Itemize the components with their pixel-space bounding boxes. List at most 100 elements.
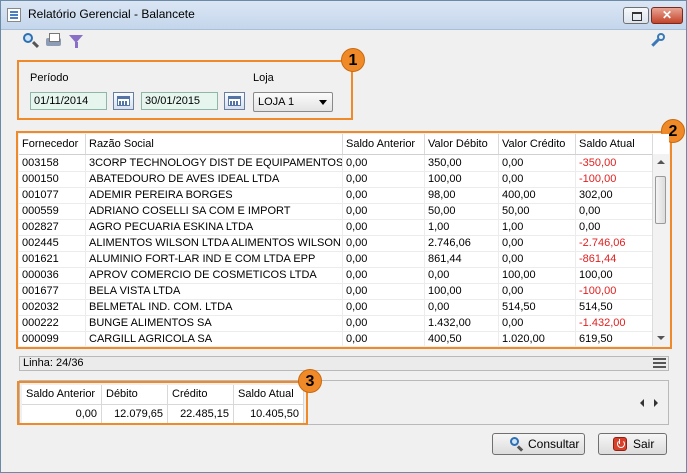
scroll-thumb[interactable] [655,176,666,224]
cell-valor-debito: 100,00 [425,283,499,299]
cell-fornecedor: 002827 [19,219,86,235]
start-date-field[interactable]: 01/11/2014 [30,92,107,110]
table-row[interactable]: 001077 ADEMIR PEREIRA BORGES 0,00 98,00 400,… [19,187,653,204]
cell-valor-credito: 1,00 [499,219,576,235]
cell-valor-credito: 0,00 [499,171,576,187]
table-row[interactable]: 000559 ADRIANO COSELLI SA COM E IMPORT 0,0… [19,203,653,220]
balance-grid[interactable]: Fornecedor Razão Social Saldo Anterior V… [19,134,669,346]
cell-saldo-atual: 619,50 [576,331,653,346]
cell-saldo-atual: -100,00 [576,283,653,299]
table-row[interactable]: 001677 BELA VISTA LTDA 0,00 100,00 0,00 -100,… [19,283,653,300]
cell-saldo-anterior: 0,00 [343,219,425,235]
cell-saldo-atual: -350,00 [576,155,653,171]
cell-razao-social: ABATEDOURO DE AVES IDEAL LTDA [86,171,343,187]
title-bar[interactable]: Relatório Gerencial - Balancete [1,1,686,30]
key-icon[interactable] [649,32,667,50]
cell-valor-credito: 1.020,00 [499,331,576,346]
table-row[interactable]: 001621 ALUMINIO FORT-LAR IND E COM LTDA E… [19,251,653,268]
cell-valor-debito: 350,00 [425,155,499,171]
cell-saldo-atual: 0,00 [576,203,653,219]
cell-fornecedor: 002032 [19,299,86,315]
cell-saldo-anterior: 0,00 [343,203,425,219]
cell-valor-debito: 100,00 [425,171,499,187]
scroll-down-icon[interactable] [657,336,665,340]
table-row[interactable]: 002445 ALIMENTOS WILSON LTDA ALIMENTOS WI… [19,235,653,252]
window-title: Relatório Gerencial - Balancete [28,7,195,21]
cell-valor-debito: 50,00 [425,203,499,219]
section-badge-1: 1 [341,48,365,72]
col-saldo-atual[interactable]: Saldo Atual [576,134,653,154]
cell-valor-credito: 0,00 [499,235,576,251]
cell-valor-credito: 0,00 [499,155,576,171]
print-icon[interactable] [45,32,63,50]
scroll-up-icon[interactable] [657,160,665,164]
menu-icon[interactable] [653,357,666,368]
table-row[interactable]: 003158 3CORP TECHNOLOGY DIST DE EQUIPAMEN… [19,155,653,172]
table-row[interactable]: 000099 CARGILL AGRICOLA SA 0,00 400,50 1.020… [19,331,653,346]
cell-saldo-anterior: 0,00 [343,235,425,251]
app-icon [7,8,21,22]
cell-razao-social: ADRIANO COSELLI SA COM E IMPORT [86,203,343,219]
cell-fornecedor: 002445 [19,235,86,251]
search-icon[interactable] [22,32,40,50]
section-badge-3: 3 [298,369,322,393]
cell-razao-social: ALUMINIO FORT-LAR IND E COM LTDA EPP [86,251,343,267]
cell-razao-social: ALIMENTOS WILSON LTDA ALIMENTOS WILSON L [86,235,343,251]
cell-saldo-atual: 302,00 [576,187,653,203]
col-valor-debito[interactable]: Valor Débito [425,134,499,154]
cell-razao-social: BUNGE ALIMENTOS SA [86,315,343,331]
table-row[interactable]: 002827 AGRO PECUARIA ESKINA LTDA 0,00 1,00 1… [19,219,653,236]
cell-saldo-atual: 514,50 [576,299,653,315]
close-button[interactable] [651,7,683,24]
cell-saldo-atual: 0,00 [576,219,653,235]
cell-fornecedor: 000099 [19,331,86,346]
cell-valor-credito: 0,00 [499,283,576,299]
consultar-label: Consultar [528,437,580,451]
magnifier-icon [509,437,525,453]
cell-razao-social: BELMETAL IND. COM. LTDA [86,299,343,315]
cell-valor-debito: 861,44 [425,251,499,267]
filter-icon[interactable] [68,32,86,50]
consultar-button[interactable]: Consultar [492,433,585,455]
cell-saldo-anterior: 0,00 [343,155,425,171]
grid-header: Fornecedor Razão Social Saldo Anterior V… [19,134,653,155]
col-fornecedor[interactable]: Fornecedor [19,134,86,154]
horizontal-scroll-arrows-icon[interactable] [634,397,664,409]
cell-valor-debito: 98,00 [425,187,499,203]
cell-saldo-atual: 100,00 [576,267,653,283]
cell-razao-social: CARGILL AGRICOLA SA [86,331,343,346]
table-row[interactable]: 000036 APROV COMERCIO DE COSMETICOS LTDA 0… [19,267,653,284]
cell-valor-debito: 1.432,00 [425,315,499,331]
cell-saldo-atual: -100,00 [576,171,653,187]
cell-saldo-anterior: 0,00 [343,315,425,331]
cell-valor-credito: 50,00 [499,203,576,219]
table-row[interactable]: 000150 ABATEDOURO DE AVES IDEAL LTDA 0,00 1… [19,171,653,188]
end-date-calendar-icon[interactable] [224,92,245,110]
end-date-field[interactable]: 30/01/2015 [141,92,218,110]
cell-saldo-anterior: 0,00 [343,283,425,299]
col-razao-social[interactable]: Razão Social [86,134,343,154]
cell-razao-social: AGRO PECUARIA ESKINA LTDA [86,219,343,235]
totals-highlight [17,381,308,425]
cell-fornecedor: 000559 [19,203,86,219]
start-date-calendar-icon[interactable] [113,92,134,110]
table-row[interactable]: 002032 BELMETAL IND. COM. LTDA 0,00 0,00 514… [19,299,653,316]
loja-select[interactable]: LOJA 1 [253,92,333,112]
sair-button[interactable]: Sair [598,433,667,455]
cell-valor-credito: 0,00 [499,315,576,331]
chevron-down-icon [319,100,327,105]
cell-saldo-anterior: 0,00 [343,331,425,346]
loja-label: Loja [253,72,274,84]
cell-saldo-anterior: 0,00 [343,267,425,283]
cell-fornecedor: 000150 [19,171,86,187]
col-valor-credito[interactable]: Valor Crédito [499,134,576,154]
loja-select-value: LOJA 1 [258,96,295,108]
col-saldo-anterior[interactable]: Saldo Anterior [343,134,425,154]
cell-valor-credito: 514,50 [499,299,576,315]
vertical-scrollbar[interactable] [652,154,669,346]
cell-razao-social: BELA VISTA LTDA [86,283,343,299]
cell-valor-debito: 0,00 [425,299,499,315]
table-row[interactable]: 000222 BUNGE ALIMENTOS SA 0,00 1.432,00 0,00… [19,315,653,332]
restore-button[interactable] [623,7,649,24]
cell-saldo-anterior: 0,00 [343,251,425,267]
